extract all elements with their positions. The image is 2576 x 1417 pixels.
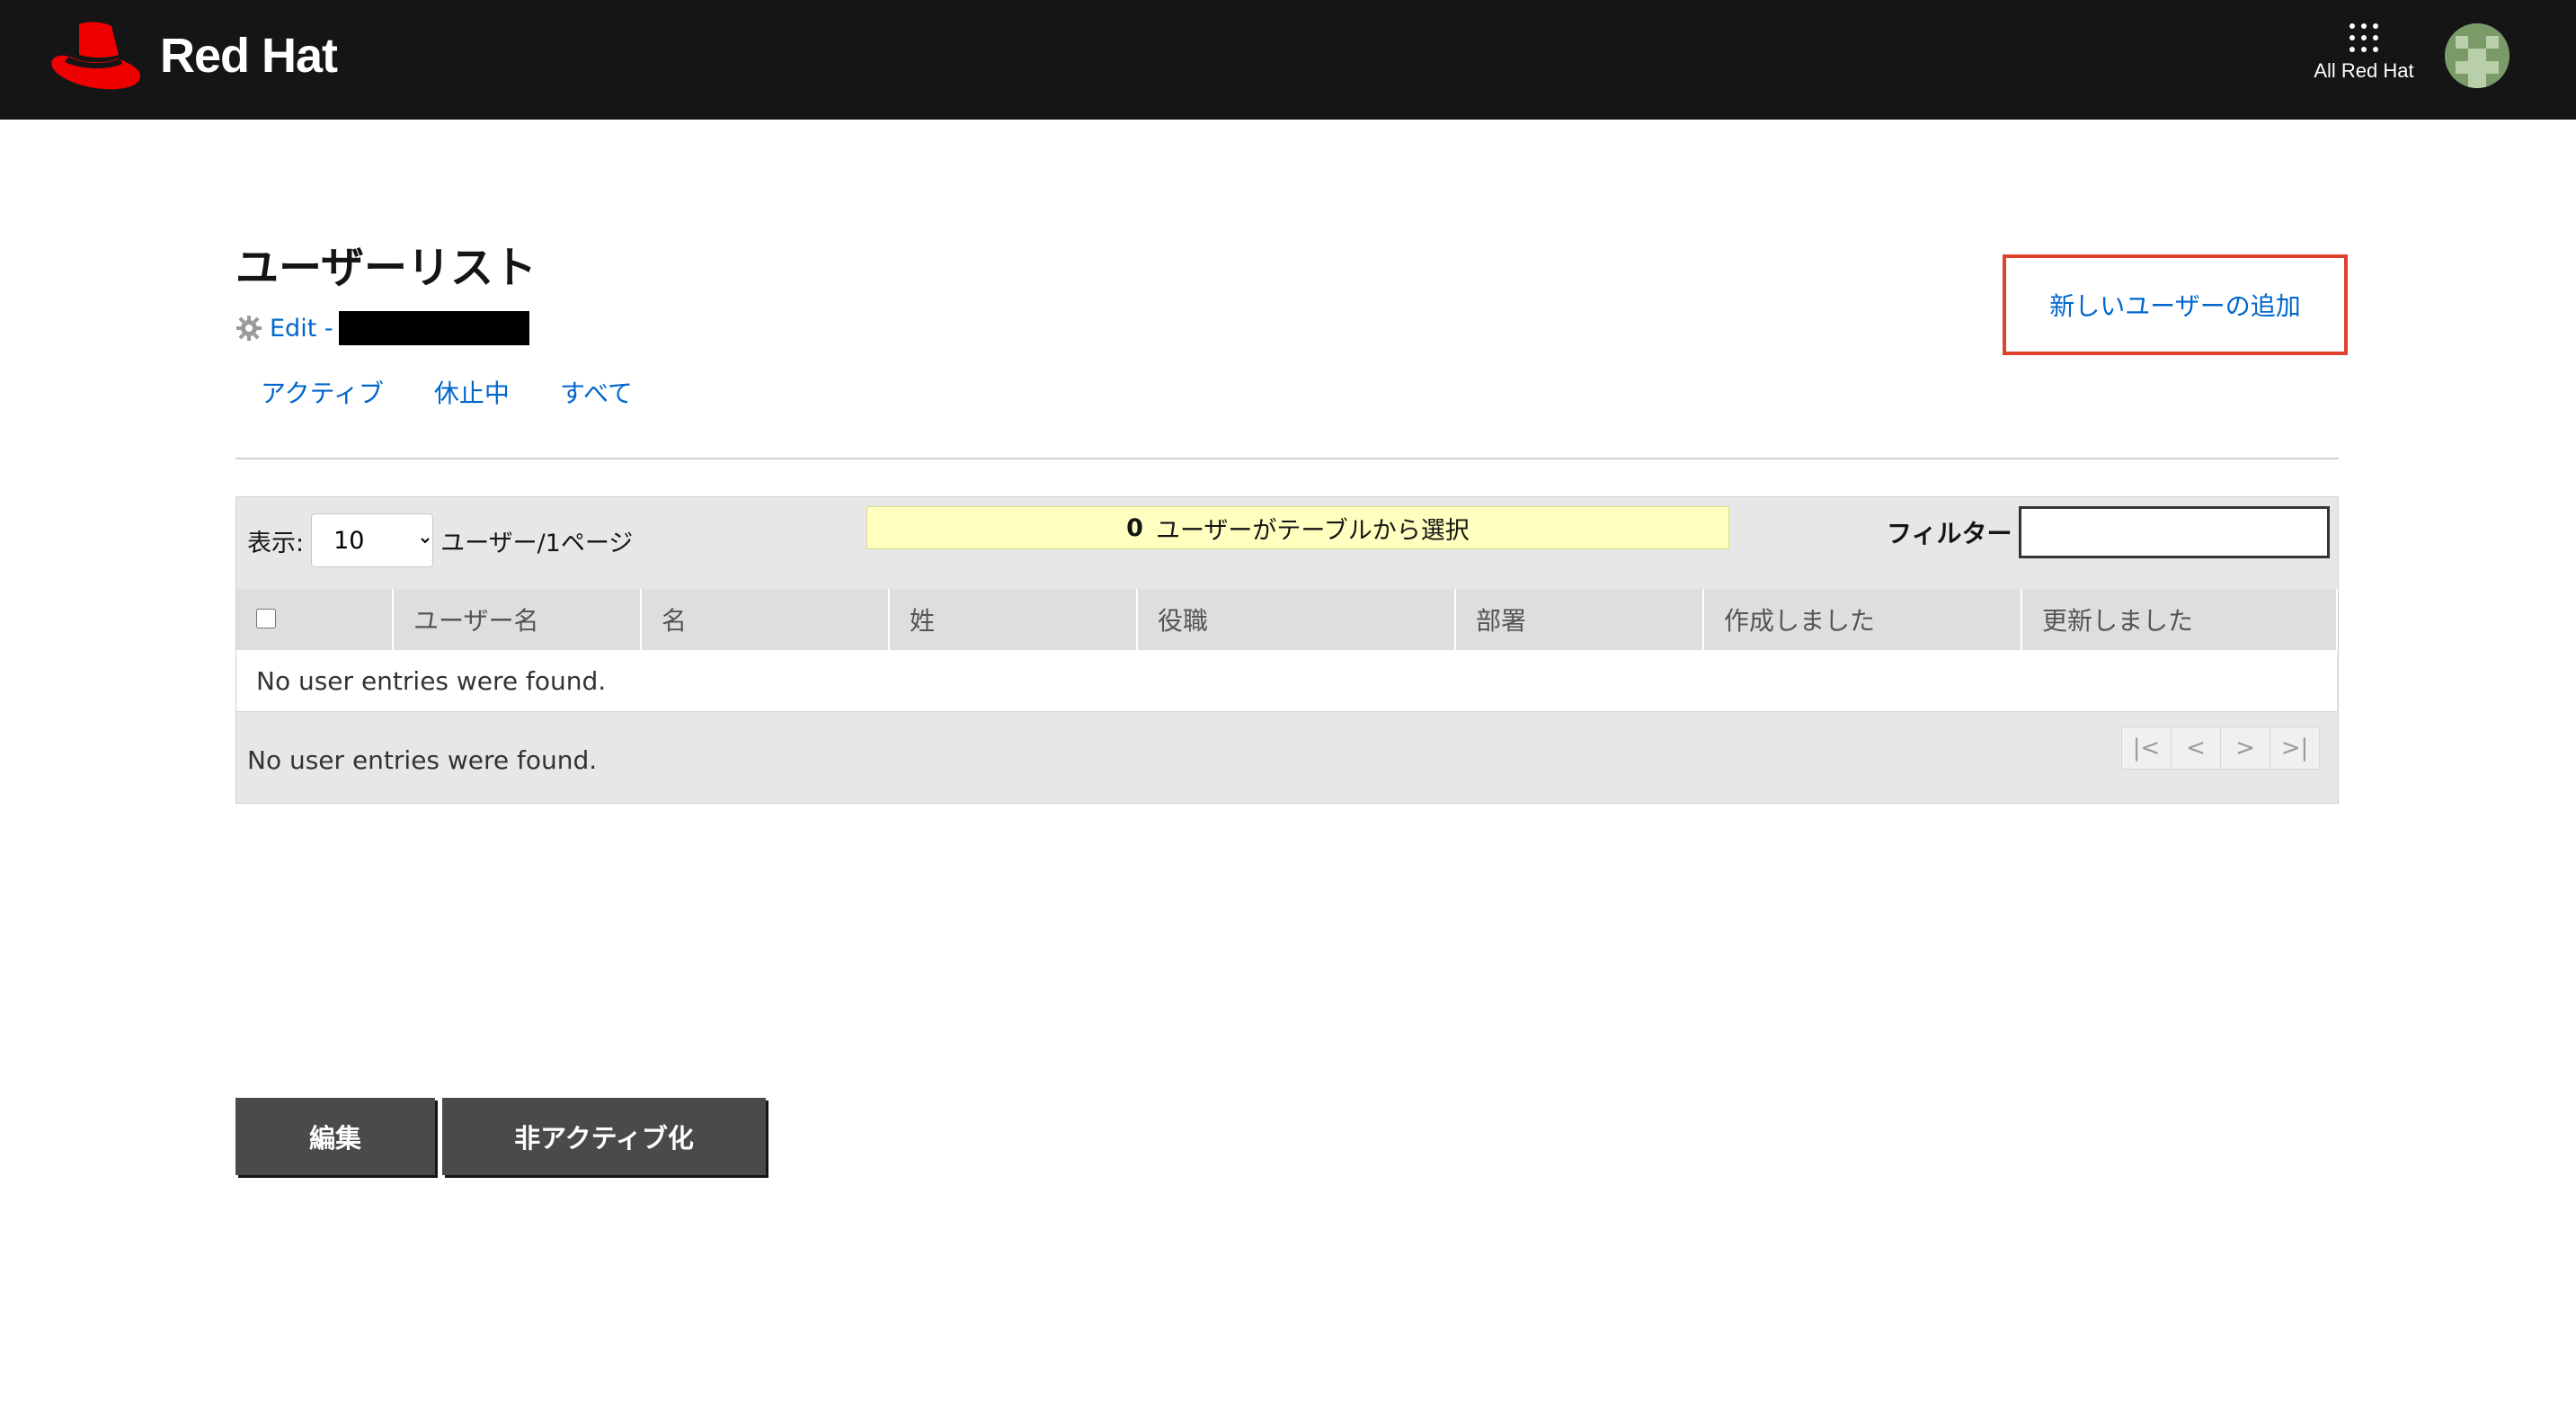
add-new-user-link[interactable]: 新しいユーザーの追加 [2003,254,2348,355]
last-page-button[interactable]: >| [2270,726,2320,770]
status-tabs: アクティブ 休止中 すべて [261,374,633,410]
table-row: No user entries were found. [236,650,2337,712]
per-page-select[interactable]: 10 [311,513,434,567]
next-page-button[interactable]: > [2220,726,2270,770]
edit-button[interactable]: 編集 [235,1098,435,1175]
filter-control: フィルター [1887,506,2331,558]
gear-icon [236,316,262,341]
select-all-checkbox[interactable] [256,608,276,628]
tab-all[interactable]: すべて [560,374,633,410]
deactivate-button[interactable]: 非アクティブ化 [442,1098,766,1175]
column-username[interactable]: ユーザー名 [393,589,642,650]
first-page-button[interactable]: |< [2121,726,2172,770]
edit-link[interactable]: Edit - [270,315,333,343]
selected-text: ユーザーがテーブルから選択 [1155,516,1470,545]
bulk-actions: 編集 非アクティブ化 [235,1098,766,1175]
filter-input[interactable] [2019,506,2331,558]
selection-status-banner: 0 ユーザーがテーブルから選択 [866,506,1729,549]
red-hat-fedora-icon [51,22,141,90]
avatar-pixel-icon [2445,23,2509,88]
tab-inactive[interactable]: 休止中 [434,374,510,410]
column-first-name[interactable]: 名 [641,589,890,650]
divider [235,458,2339,459]
table-footer-status: No user entries were found. [247,745,598,775]
tab-active[interactable]: アクティブ [261,374,384,410]
red-hat-logo[interactable]: Red Hat [49,18,338,94]
brand-name: Red Hat [160,29,338,83]
column-department[interactable]: 部署 [1455,589,1704,650]
all-red-hat-apps[interactable]: All Red Hat [2301,20,2427,83]
select-all-cell [236,589,394,650]
column-title[interactable]: 役職 [1137,589,1456,650]
apps-grid-icon [2349,23,2378,52]
user-avatar[interactable] [2445,23,2509,88]
per-page-suffix: ユーザー/1ページ [440,529,634,557]
empty-message: No user entries were found. [236,650,2337,712]
prev-page-button[interactable]: < [2171,726,2221,770]
show-label: 表示: [247,529,305,557]
column-created[interactable]: 作成しました [1703,589,2022,650]
selected-count: 0 [1126,513,1143,542]
page-title: ユーザーリスト [235,243,537,293]
column-updated[interactable]: 更新しました [2021,589,2338,650]
apps-label: All Red Hat [2314,59,2414,82]
edit-row: Edit - [235,311,529,345]
users-table-panel: 表示: 10 ユーザー/1ページ 0 ユーザーがテーブルから選択 フィルター ユ… [235,496,2339,804]
column-last-name[interactable]: 姓 [889,589,1138,650]
users-table: ユーザー名 名 姓 役職 部署 作成しました 更新しました No user en… [236,589,2338,712]
masthead: Red Hat All Red Hat [0,0,2576,120]
per-page-control: 表示: 10 ユーザー/1ページ [247,513,633,567]
pagination: |< < > >| [2121,726,2320,770]
redacted-block [338,311,529,345]
table-header-row: ユーザー名 名 姓 役職 部署 作成しました 更新しました [236,589,2338,650]
filter-label: フィルター [1887,519,2012,548]
